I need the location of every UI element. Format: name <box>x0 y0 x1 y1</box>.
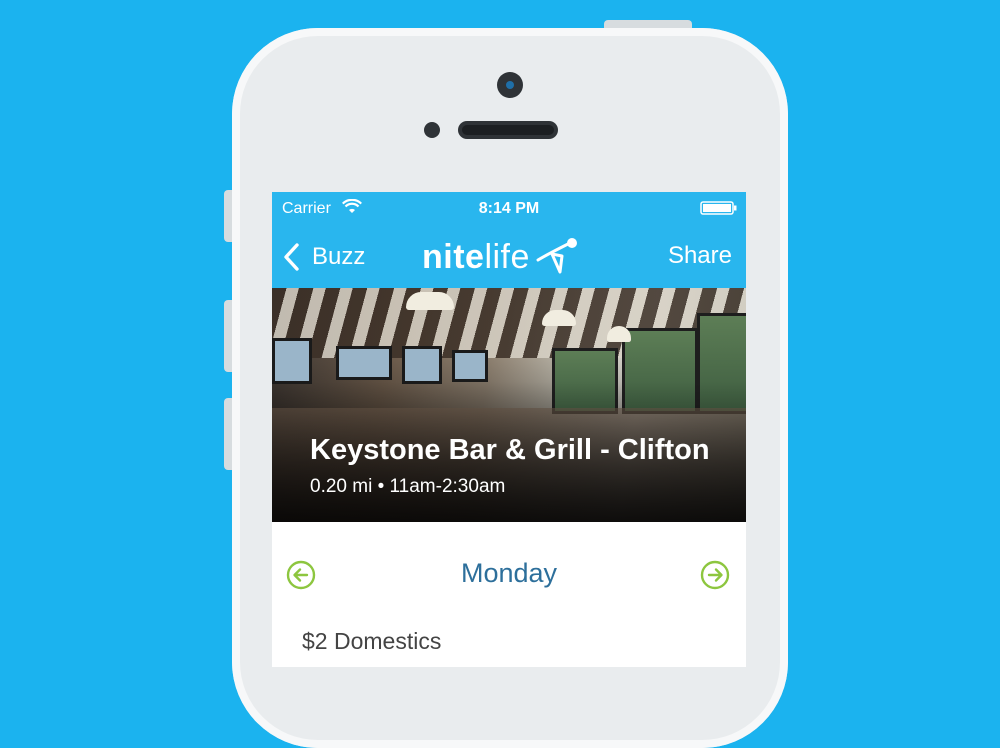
day-label: Monday <box>460 558 558 588</box>
deal-item: $2 Domestics <box>302 628 442 654</box>
earpiece-speaker <box>458 121 558 139</box>
venue-name: Keystone Bar & Grill - Clifton <box>310 434 710 466</box>
venue-hero-image: Keystone Bar & Grill - Clifton 0.20 mi •… <box>272 288 746 522</box>
back-button[interactable]: Buzz <box>282 240 365 274</box>
battery-icon <box>700 201 737 215</box>
chevron-left-icon <box>284 243 299 271</box>
nitelife-logo: nitelife <box>422 234 580 280</box>
navigation-bar: Buzz nitelife Share <box>272 226 746 288</box>
logo-text: nitelife <box>422 237 530 276</box>
day-selector: Monday <box>272 554 746 598</box>
arrow-right-circle-icon[interactable] <box>700 560 730 590</box>
venue-details: 0.20 mi • 11am-2:30am <box>310 476 506 497</box>
back-label: Buzz <box>312 243 366 270</box>
status-bar: Carrier 8:14 PM <box>272 192 746 226</box>
firefly-icon <box>536 238 577 274</box>
app-screen: Carrier 8:14 PM Buzz nitelife Share Keys… <box>272 192 746 667</box>
clock-label: 8:14 PM <box>478 200 540 217</box>
proximity-sensor <box>424 122 440 138</box>
share-button[interactable]: Share <box>668 242 732 270</box>
front-camera <box>497 72 523 98</box>
